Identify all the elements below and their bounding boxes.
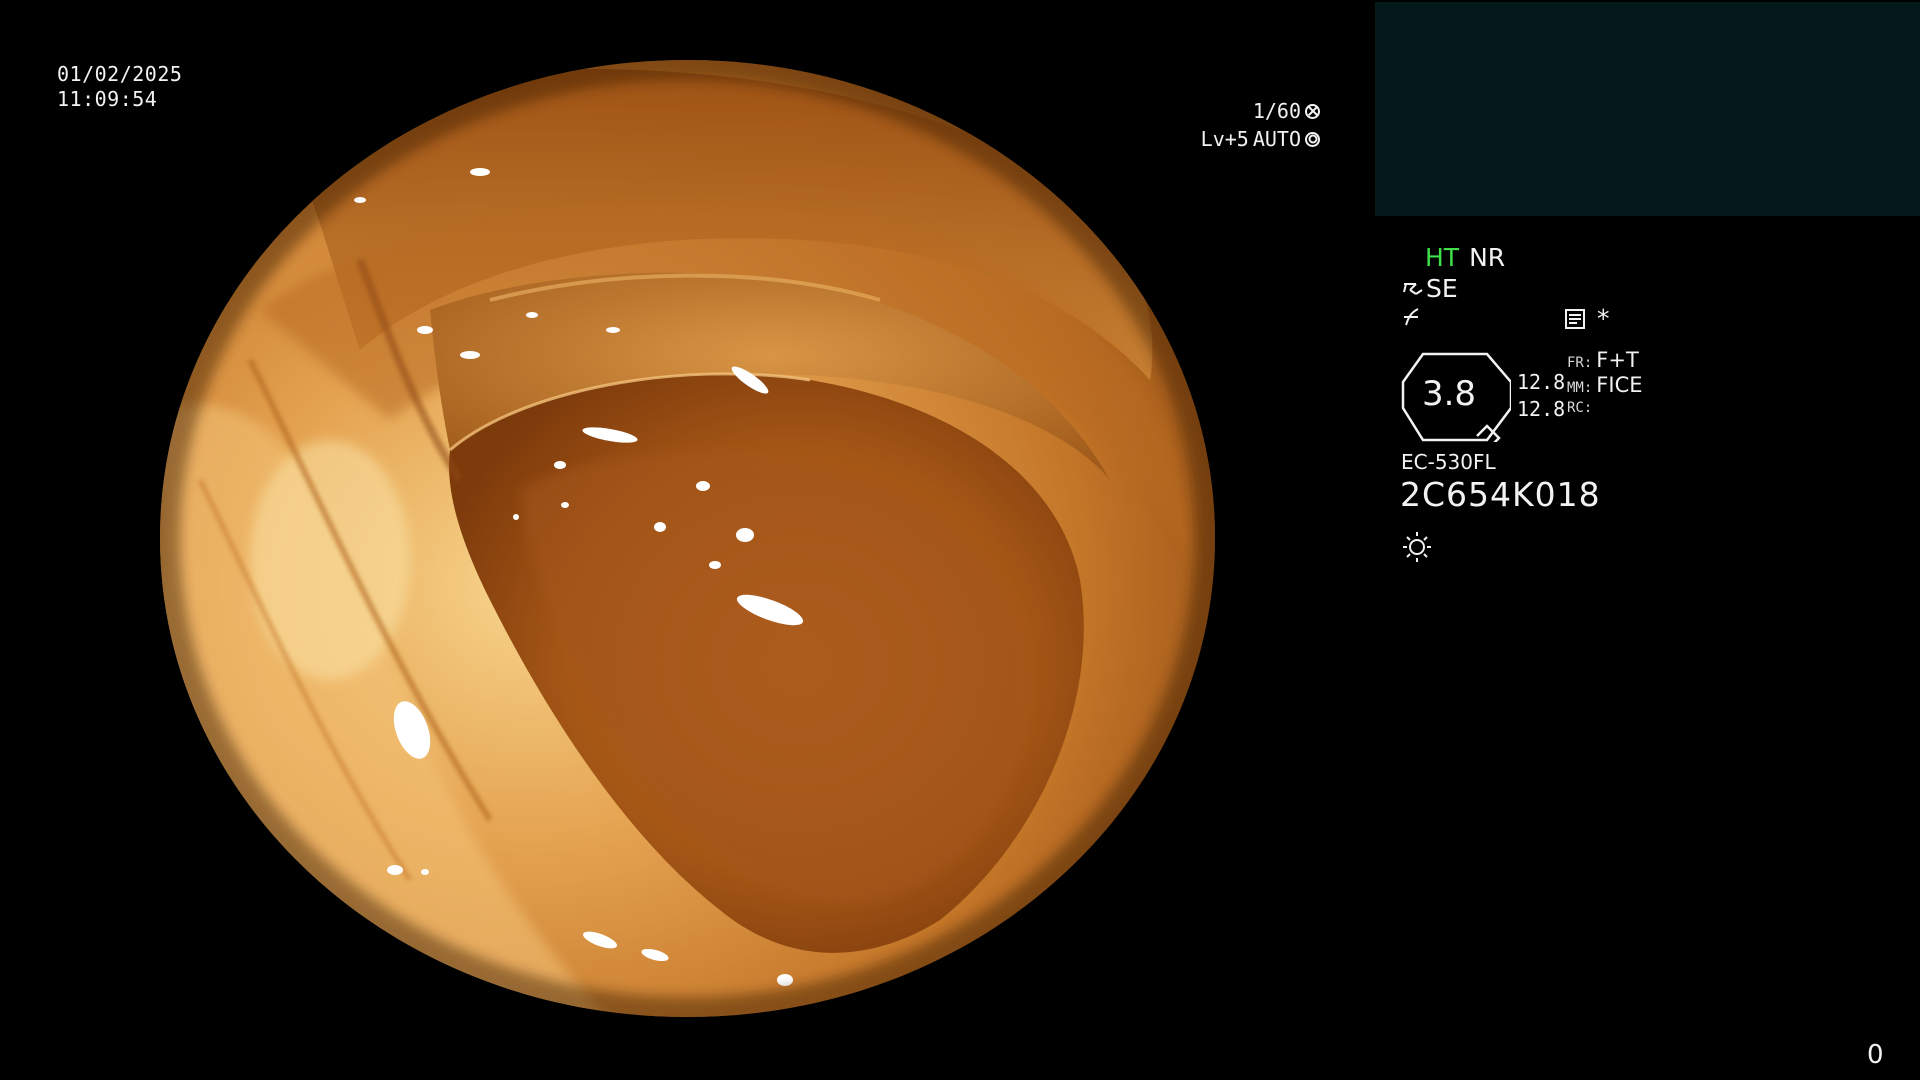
filter-icon xyxy=(1404,308,1419,326)
mm-key: MM: xyxy=(1567,380,1593,396)
mm-mode-row: MM: FICE xyxy=(1567,373,1643,397)
scope-model: EC-530FL xyxy=(1401,450,1496,474)
ht-indicator: HT xyxy=(1425,243,1460,272)
zoom-reading-b: 12.8 xyxy=(1517,397,1566,421)
scope-serial: 2C654K018 xyxy=(1400,475,1601,514)
aperture-icon xyxy=(1305,103,1320,119)
fr-mode-row: FR: F+T xyxy=(1567,348,1639,372)
rc-mode-row: RC: xyxy=(1567,400,1596,416)
colon-lumen-image xyxy=(160,60,1215,1017)
processing-status: HT NR xyxy=(1425,243,1505,273)
structure-enhance-row: SE xyxy=(1402,274,1458,304)
zoom-reading-a: 12.8 xyxy=(1517,370,1566,394)
frame-counter: 0 xyxy=(1867,1040,1884,1070)
zoom-badge: 3.8 xyxy=(1401,352,1511,442)
light-source-icon xyxy=(1401,530,1433,562)
thumbnail-panel xyxy=(1375,2,1920,216)
structure-enhance-icon xyxy=(1403,283,1423,295)
fr-key: FR: xyxy=(1567,355,1593,371)
mm-value: FICE xyxy=(1596,373,1643,397)
se-indicator: SE xyxy=(1426,274,1458,303)
endoscopic-view xyxy=(160,60,1215,1017)
rc-key: RC: xyxy=(1567,400,1593,416)
zoom-value: 3.8 xyxy=(1421,374,1477,414)
filter-row xyxy=(1402,304,1422,334)
exposure-mode: AUTO xyxy=(1252,127,1301,151)
shutter-speed: 1/60 xyxy=(1252,99,1301,123)
nr-indicator: NR xyxy=(1469,243,1506,272)
memo-icon xyxy=(1565,309,1585,329)
fr-value: F+T xyxy=(1596,348,1639,372)
target-icon xyxy=(1305,131,1320,147)
star-indicator: * xyxy=(1597,304,1610,333)
memo-row: * xyxy=(1565,304,1610,334)
